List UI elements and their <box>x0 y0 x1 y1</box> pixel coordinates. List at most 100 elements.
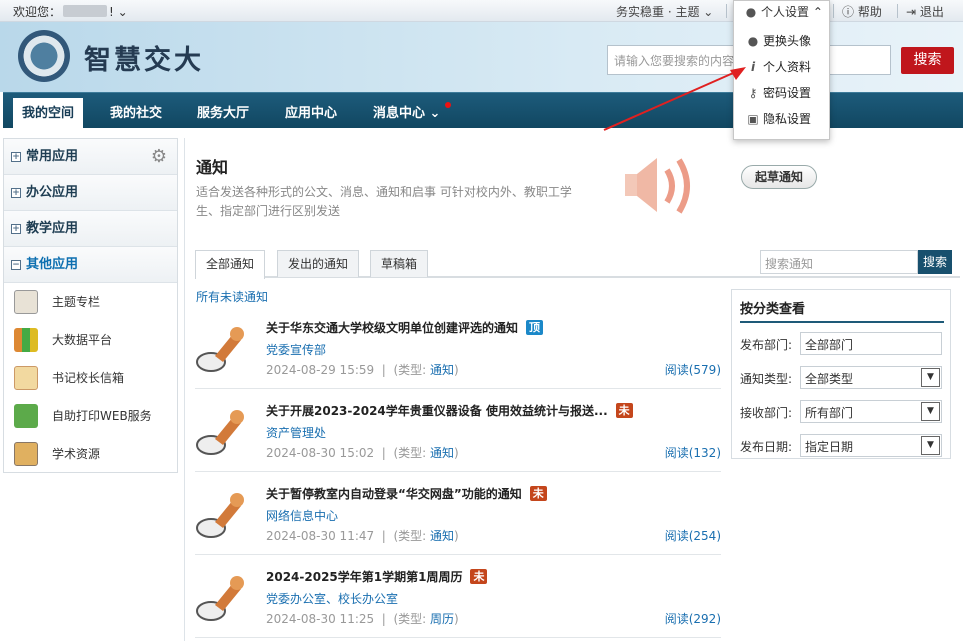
logout-icon: ⇥ <box>906 5 917 19</box>
app-academic[interactable]: 学术资源 <box>4 435 177 473</box>
notice-type[interactable]: 通知 <box>430 529 454 543</box>
app-mailbox[interactable]: 书记校长信箱 <box>4 359 177 397</box>
notice-meta: 2024-08-30 11:47 | (类型: 通知) <box>266 529 459 543</box>
notice-meta: 2024-08-29 15:59 | (类型: 通知) <box>266 363 459 377</box>
notice-title[interactable]: 关于暂停教室内自动登录“华交网盘”功能的通知未 <box>266 485 547 502</box>
tab-drafts[interactable]: 草稿箱 <box>370 250 429 277</box>
user-icon: ● <box>747 34 759 48</box>
filter-title: 按分类查看 <box>740 302 806 317</box>
notice-title[interactable]: 关于华东交通大学校级文明单位创建评选的通知顶 <box>266 319 544 336</box>
section-teaching-apps[interactable]: + 教学应用 <box>4 211 177 247</box>
tab-sent-notices[interactable]: 发出的通知 <box>277 250 360 277</box>
notice-list: 关于华东交通大学校级文明单位创建评选的通知顶 党委宣传部 2024-08-29 … <box>195 306 721 638</box>
collapse-icon: − <box>11 260 21 270</box>
menu-privacy[interactable]: ▣ 隐私设置 <box>746 110 811 127</box>
notice-department[interactable]: 网络信息中心 <box>266 507 338 524</box>
notice-item[interactable]: 关于暂停教室内自动登录“华交网盘”功能的通知未 网络信息中心 2024-08-3… <box>195 472 721 555</box>
tab-app-center[interactable]: 应用中心 <box>276 98 346 129</box>
category-filter: 按分类查看 发布部门: 全部部门通知类型: 全部类型 ▼ 接收部门: 所有部门 ▼ 发布日期:… <box>731 289 951 459</box>
user-icon: ● <box>745 5 757 19</box>
expand-icon: + <box>11 224 21 234</box>
unread-dot <box>445 102 452 108</box>
theme-menu[interactable]: 务实稳重 · 主题 ⌄ <box>616 3 713 20</box>
tab-social[interactable]: 我的社交 <box>101 98 171 129</box>
read-count: 阅读(579) <box>664 363 721 377</box>
divider <box>726 4 727 18</box>
status-badge: 未 <box>470 569 488 584</box>
stamp-icon <box>196 327 244 372</box>
read-count: 阅读(132) <box>664 446 721 460</box>
notice-meta: 2024-08-30 15:02 | (类型: 通知) <box>266 446 459 460</box>
notice-department[interactable]: 党委办公室、校长办公室 <box>266 590 398 607</box>
notice-item[interactable]: 关于开展2023-2024学年贵重仪器设备 使用效益统计与报送... 未 资产管理… <box>195 389 721 472</box>
notice-item[interactable]: 关于华东交通大学校级文明单位创建评选的通知顶 党委宣传部 2024-08-29 … <box>195 306 721 389</box>
search-button[interactable]: 搜索 <box>901 47 954 74</box>
menu-profile[interactable]: i 个人资料 <box>746 58 811 75</box>
tab-message-center[interactable]: 消息中心 ⌄ <box>364 98 452 129</box>
stamp-icon <box>196 410 244 455</box>
topic-icon <box>14 290 38 314</box>
personal-settings-toggle[interactable]: ● 个人设置 ⌃ <box>734 1 829 25</box>
chevron-down-icon[interactable]: ▼ <box>921 402 940 421</box>
section-common-apps[interactable]: + 常用应用 ⚙ <box>4 139 177 175</box>
filter-select[interactable]: 所有部门 ▼ <box>800 400 942 423</box>
help-link[interactable]: ⓘ 帮助 <box>842 3 882 20</box>
unread-notices-link[interactable]: 所有未读通知 <box>196 288 268 305</box>
menu-change-avatar[interactable]: ● 更换头像 <box>746 32 811 49</box>
notice-search-input[interactable]: 搜索通知 <box>760 250 918 274</box>
app-topic-column[interactable]: 主题专栏 <box>4 283 177 321</box>
filter-label: 接收部门: <box>740 406 793 420</box>
speaker-icon <box>625 158 690 214</box>
notice-item[interactable]: 2024-2025学年第1学期第1周周历未 党委办公室、校长办公室 2024-0… <box>195 555 721 638</box>
stamp-icon <box>196 493 244 538</box>
chevron-down-icon[interactable]: ▼ <box>921 436 940 455</box>
page-description: 适合发送各种形式的公文、消息、通知和启事 可针对校内外、教职工学生、指定部门进行… <box>196 185 572 218</box>
notice-title[interactable]: 2024-2025学年第1学期第1周周历未 <box>266 568 488 585</box>
notice-title[interactable]: 关于开展2023-2024学年贵重仪器设备 使用效益统计与报送... 未 <box>266 402 633 419</box>
expand-icon: + <box>11 152 21 162</box>
menu-password[interactable]: ⚷ 密码设置 <box>746 84 811 101</box>
tab-service-hall[interactable]: 服务大厅 <box>188 98 258 129</box>
notice-type[interactable]: 通知 <box>430 446 454 460</box>
tab-my-space[interactable]: 我的空间 <box>13 98 84 129</box>
logout-link[interactable]: ⇥ 退出 <box>906 3 944 20</box>
chevron-down-icon[interactable]: ▼ <box>921 368 940 387</box>
filter-select[interactable]: 全部部门 <box>800 332 942 355</box>
draft-notice-button[interactable]: 起草通知 <box>741 165 817 189</box>
notice-type[interactable]: 通知 <box>430 363 454 377</box>
read-count: 阅读(292) <box>664 612 721 626</box>
status-badge: 未 <box>615 403 633 418</box>
tab-all-notices[interactable]: 全部通知 <box>195 250 266 279</box>
page-title: 通知 <box>196 158 229 177</box>
status-badge: 未 <box>529 486 547 501</box>
section-office-apps[interactable]: + 办公应用 <box>4 175 177 211</box>
divider <box>740 321 944 323</box>
notice-panel: 通知 适合发送各种形式的公文、消息、通知和启事 可针对校内外、教职工学生、指定部… <box>184 138 963 641</box>
annotation-arrow <box>603 67 746 131</box>
filter-label: 发布日期: <box>740 440 793 454</box>
notice-meta: 2024-08-30 11:25 | (类型: 周历) <box>266 612 459 626</box>
welcome-text: 欢迎您：! ⌄ <box>13 5 128 19</box>
app-big-data[interactable]: 大数据平台 <box>4 321 177 359</box>
notice-search-button[interactable]: 搜索 <box>918 250 952 274</box>
notice-department[interactable]: 党委宣传部 <box>266 341 326 358</box>
university-logo <box>18 30 70 82</box>
chart-icon <box>14 328 38 352</box>
status-badge: 顶 <box>526 320 544 335</box>
notice-type[interactable]: 周历 <box>430 612 454 626</box>
user-name-blurred <box>63 5 108 17</box>
notebook-icon <box>14 442 38 466</box>
read-count: 阅读(254) <box>664 529 721 543</box>
section-other-apps[interactable]: − 其他应用 <box>4 247 177 283</box>
notice-department[interactable]: 资产管理处 <box>266 424 326 441</box>
filter-select[interactable]: 指定日期 ▼ <box>800 434 942 457</box>
filter-label: 通知类型: <box>740 372 793 386</box>
app-print-service[interactable]: 自助打印WEB服务 <box>4 397 177 435</box>
filter-label: 发布部门: <box>740 338 793 352</box>
gear-icon[interactable]: ⚙ <box>151 139 167 175</box>
printer-icon <box>14 404 38 428</box>
sidebar: + 常用应用 ⚙ + 办公应用 + 教学应用 − 其他应用 主题专栏 大数据平台 书记校长… <box>3 138 178 473</box>
expand-icon: + <box>11 188 21 198</box>
stamp-icon <box>196 576 244 621</box>
filter-select[interactable]: 全部类型 ▼ <box>800 366 942 389</box>
